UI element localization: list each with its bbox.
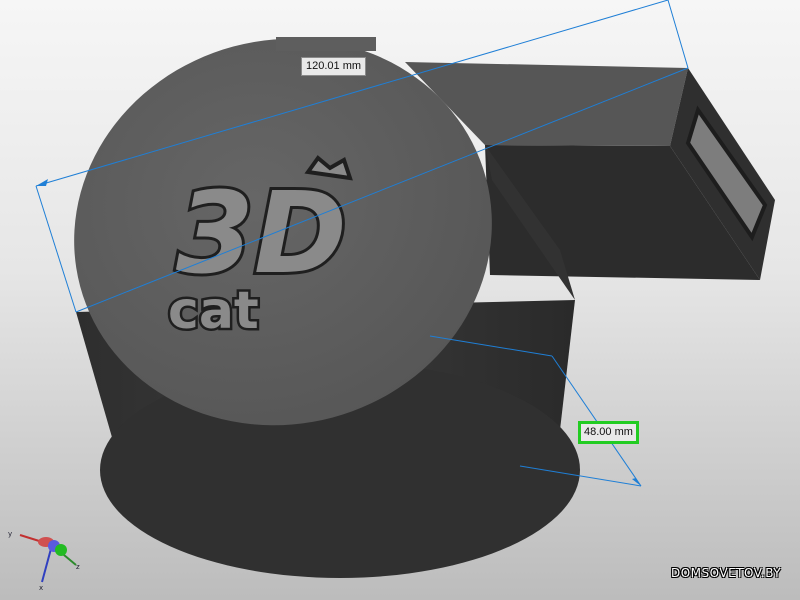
- axis-x-label: x: [39, 584, 44, 592]
- length-extension-right: [667, 0, 689, 69]
- 3d-viewport[interactable]: 3D cat 120.01 mm 48.00 mm y z x DOMSOVET…: [0, 0, 800, 600]
- axis-y-label: y: [8, 530, 13, 538]
- diameter-dimension-label[interactable]: 48.00 mm: [578, 421, 639, 444]
- axis-gizmo-green-icon: [55, 544, 67, 556]
- axis-z-label: z: [76, 563, 80, 571]
- whistle-model-scene[interactable]: 3D cat: [0, 0, 800, 600]
- engraving-cat-text: cat: [168, 281, 259, 341]
- whistle-top-tab: [276, 37, 376, 51]
- length-extension-left: [35, 185, 77, 313]
- length-dimension-label[interactable]: 120.01 mm: [301, 57, 367, 76]
- engraving-3d-text: 3D: [176, 169, 347, 299]
- watermark: DOMSOVETOV.BY: [671, 566, 782, 580]
- axis-gizmo[interactable]: [19, 534, 77, 583]
